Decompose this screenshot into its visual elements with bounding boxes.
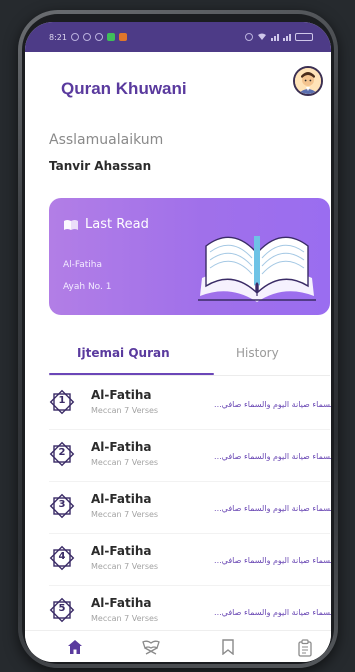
bookmark-icon[interactable] xyxy=(221,639,235,655)
surah-number-badge: 5 xyxy=(49,597,75,623)
surah-arabic-text: السماء صيانة اليوم والسماء صافي... xyxy=(214,556,331,565)
surah-details: Meccan 7 Verses xyxy=(91,406,159,415)
surah-arabic-text: السماء صيانة اليوم والسماء صافي... xyxy=(214,504,331,513)
surah-number: 1 xyxy=(58,395,66,406)
list-item[interactable]: 4 Al-Fatiha Meccan 7 Verses السماء صيانة… xyxy=(25,534,331,586)
open-quran-illustration xyxy=(198,236,316,302)
user-avatar-icon xyxy=(295,68,321,94)
tab-ijtemai-quran[interactable]: Ijtemai Quran xyxy=(77,346,170,360)
notification-icon xyxy=(94,33,103,41)
tab-divider xyxy=(49,375,330,376)
tab-bar: Ijtemai Quran History xyxy=(49,342,330,376)
list-item[interactable]: 2 Al-Fatiha Meccan 7 Verses السماء صيانة… xyxy=(25,430,331,482)
status-bar: 8:21 xyxy=(25,22,331,52)
alarm-icon xyxy=(245,33,253,41)
tab-history[interactable]: History xyxy=(236,346,279,360)
battery-icon xyxy=(295,33,313,41)
notification-icon xyxy=(70,33,79,41)
status-time: 8:21 xyxy=(49,32,67,42)
avatar[interactable] xyxy=(293,66,323,96)
signal-icon xyxy=(271,33,279,41)
list-item[interactable]: 3 Al-Fatiha Meccan 7 Verses السماء صيانة… xyxy=(25,482,331,534)
user-name: Tanvir Ahassan xyxy=(49,159,152,173)
surah-details: Meccan 7 Verses xyxy=(91,614,159,623)
greeting-text: Asslamualaikum xyxy=(49,132,164,148)
bottom-navigation xyxy=(25,630,331,662)
surah-number: 5 xyxy=(58,603,66,614)
app-title: Quran Khuwani xyxy=(61,79,187,98)
surah-number-badge: 1 xyxy=(49,389,75,415)
last-read-surah: Al-Fatiha xyxy=(63,260,103,270)
surah-number-badge: 3 xyxy=(49,493,75,519)
surah-details: Meccan 7 Verses xyxy=(91,562,159,571)
list-item[interactable]: 1 Al-Fatiha Meccan 7 Verses السماء صيانة… xyxy=(25,378,331,430)
book-icon xyxy=(64,219,78,230)
wifi-icon xyxy=(258,33,266,40)
surah-number: 4 xyxy=(58,551,66,562)
notification-icon xyxy=(82,33,91,41)
signal-icon xyxy=(283,33,291,41)
surah-name: Al-Fatiha xyxy=(91,388,152,402)
surah-number: 2 xyxy=(58,447,66,458)
surah-name: Al-Fatiha xyxy=(91,440,152,454)
surah-details: Meccan 7 Verses xyxy=(91,510,159,519)
surah-name: Al-Fatiha xyxy=(91,544,152,558)
last-read-label: Last Read xyxy=(85,217,149,232)
surah-number-badge: 2 xyxy=(49,441,75,467)
surah-details: Meccan 7 Verses xyxy=(91,458,159,467)
app-notification-icon xyxy=(106,33,115,41)
last-read-ayah: Ayah No. 1 xyxy=(63,282,112,292)
surah-arabic-text: السماء صيانة اليوم والسماء صافي... xyxy=(214,452,331,461)
home-icon[interactable] xyxy=(67,639,83,655)
quran-stand-icon[interactable] xyxy=(141,639,161,655)
last-read-header: Last Read xyxy=(63,217,149,232)
active-tab-indicator xyxy=(49,373,214,375)
surah-name: Al-Fatiha xyxy=(91,596,152,610)
surah-number: 3 xyxy=(58,499,66,510)
app-screen: 8:21 Quran Khuwani Asslamualaikum Tanvir… xyxy=(25,22,331,662)
surah-arabic-text: السماء صيانة اليوم والسماء صافي... xyxy=(214,400,331,409)
status-right xyxy=(245,33,313,41)
last-read-card[interactable]: Last Read Al-Fatiha Ayah No. 1 xyxy=(49,198,330,315)
surah-arabic-text: السماء صيانة اليوم والسماء صافي... xyxy=(214,608,331,617)
app-notification-icon xyxy=(118,33,127,41)
app-header: Quran Khuwani xyxy=(25,66,331,106)
status-left: 8:21 xyxy=(49,33,127,42)
surah-name: Al-Fatiha xyxy=(91,492,152,506)
surah-number-badge: 4 xyxy=(49,545,75,571)
history-clipboard-icon[interactable] xyxy=(297,639,313,657)
